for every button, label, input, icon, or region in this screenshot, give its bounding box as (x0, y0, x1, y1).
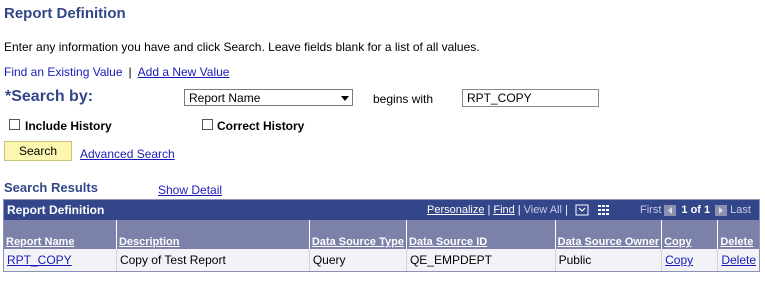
last-link[interactable]: Last (730, 204, 751, 216)
view-all-link[interactable]: View All (524, 204, 562, 216)
advanced-search-link[interactable]: Advanced Search (80, 147, 175, 161)
col-report-name[interactable]: Report Name (4, 220, 117, 249)
page-count: 1 of 1 (681, 204, 711, 216)
col-data-source-id[interactable]: Data Source ID (406, 220, 556, 249)
instructions-text: Enter any information you have and click… (4, 40, 480, 54)
report-name-link[interactable]: RPT_COPY (7, 253, 72, 267)
search-by-label: *Search by: (5, 88, 94, 105)
show-detail-link[interactable]: Show Detail (158, 183, 222, 197)
results-grid: Report Definition Personalize | Find | V… (3, 199, 760, 272)
search-field-value: Report Name (189, 91, 261, 105)
personalize-link[interactable]: Personalize (427, 204, 484, 216)
correct-history-label: Correct History (217, 119, 305, 133)
search-results-title: Search Results (4, 180, 98, 195)
nav-links: Find an Existing Value | Add a New Value (4, 65, 229, 79)
first-link[interactable]: First (640, 204, 661, 216)
cell-report-name[interactable]: RPT_COPY (4, 249, 117, 271)
cell-data-source-type: Query (309, 249, 407, 271)
cell-description: Copy of Test Report (116, 249, 310, 271)
grid-pagination: First 1 of 1 Last (640, 204, 751, 216)
search-value-input[interactable] (462, 89, 599, 107)
find-link[interactable]: Find (493, 204, 514, 216)
include-history-checkbox[interactable] (9, 119, 20, 130)
grid-icon[interactable] (597, 204, 611, 216)
results-table: Report Name Description Data Source Type… (4, 220, 759, 271)
find-existing-value-link[interactable]: Find an Existing Value (4, 65, 123, 79)
chevron-down-icon (341, 96, 349, 101)
cell-copy[interactable]: Copy (661, 249, 719, 271)
include-history-label: Include History (25, 119, 112, 133)
add-new-value-link[interactable]: Add a New Value (138, 65, 230, 79)
prev-arrow-icon[interactable] (664, 204, 677, 216)
delete-link[interactable]: Delete (721, 253, 756, 267)
correct-history-checkbox[interactable] (202, 119, 213, 130)
col-data-source-owner[interactable]: Data Source Owner (555, 220, 663, 249)
search-field-select[interactable]: Report Name (184, 89, 353, 106)
grid-title: Report Definition (7, 203, 105, 217)
table-row: RPT_COPY Copy of Test Report Query QE_EM… (4, 249, 759, 271)
col-delete[interactable]: Delete (717, 220, 759, 249)
cell-data-source-owner: Public (555, 249, 663, 271)
cell-delete[interactable]: Delete (717, 249, 759, 271)
operator-label: begins with (373, 92, 434, 106)
download-icon[interactable] (575, 204, 589, 216)
grid-tools: Personalize | Find | View All | (427, 204, 615, 216)
col-data-source-type[interactable]: Data Source Type (309, 220, 407, 249)
search-button[interactable]: Search (4, 141, 72, 161)
grid-header-bar: Report Definition Personalize | Find | V… (4, 200, 759, 220)
col-description[interactable]: Description (116, 220, 310, 249)
nav-separator: | (128, 65, 132, 79)
next-arrow-icon[interactable] (715, 204, 728, 216)
cell-data-source-id: QE_EMPDEPT (406, 249, 556, 271)
page-title: Report Definition (4, 5, 126, 22)
copy-link[interactable]: Copy (665, 253, 693, 267)
col-copy[interactable]: Copy (661, 220, 719, 249)
